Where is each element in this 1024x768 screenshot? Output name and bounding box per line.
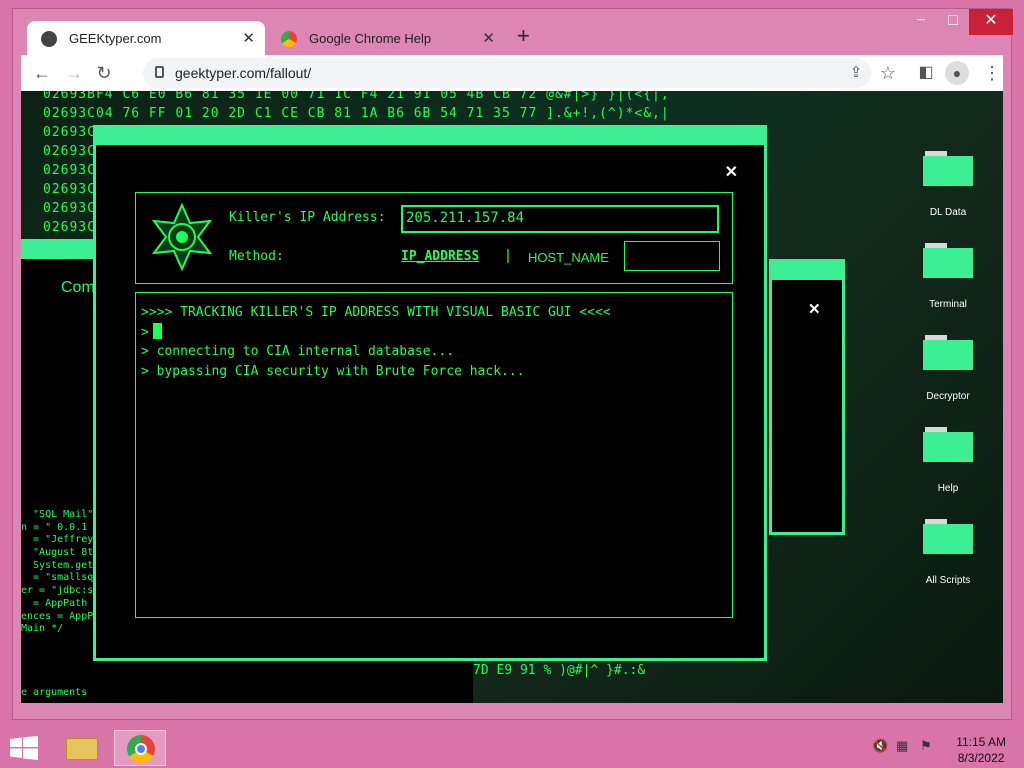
folder-icon[interactable] [923, 243, 973, 278]
tab-chrome-help[interactable]: Google Chrome Help ✕ [267, 21, 505, 55]
method-ip-address-option[interactable]: IP_ADDRESS [401, 249, 479, 264]
close-icon[interactable]: ✕ [725, 162, 738, 182]
folder-icon[interactable] [923, 427, 973, 462]
terminal-output: >>>> TRACKING KILLER'S IP ADDRESS WITH V… [135, 292, 733, 618]
windows-start-icon[interactable] [10, 736, 38, 760]
ip-label: Killer's IP Address: [229, 210, 386, 225]
tab-geektyper[interactable]: GEEKtyper.com ✕ [27, 21, 265, 55]
desktop-icon-label[interactable]: Terminal [905, 299, 991, 310]
chrome-taskbar-icon[interactable] [114, 730, 166, 766]
hex-line: 02693C04 76 FF 01 20 2D C1 CE CB 81 1A B… [43, 106, 670, 121]
desktop-icon-label[interactable]: Decryptor [905, 391, 991, 402]
close-tab-icon[interactable]: ✕ [482, 29, 495, 47]
ip-tracker-window: ✕ Killer's IP Address: 205.211.157.84 Me… [93, 125, 767, 661]
file-explorer-icon[interactable] [56, 730, 108, 766]
action-center-icon[interactable]: ⚑ [920, 738, 938, 756]
hex-line: 02693C [43, 144, 96, 159]
hex-line: 02693C [43, 201, 96, 216]
method-separator: | [506, 247, 510, 264]
method-label: Method: [229, 249, 284, 264]
hex-line: 02693BF4 C6 E0 B6 81 35 1E 00 71 1C F4 2… [43, 91, 670, 102]
new-tab-button[interactable]: + [517, 23, 530, 49]
hex-line: 7D E9 91 % )@#|^ }#.:& [473, 663, 646, 678]
lock-icon [155, 66, 164, 78]
taskbar: 🔇 ▦ ⚑ 11:15 AM 8/3/2022 [0, 728, 1024, 768]
globe-icon [41, 31, 57, 47]
folder-icon[interactable] [923, 519, 973, 554]
folder-icon[interactable] [923, 151, 973, 186]
menu-dots-icon[interactable]: ⋮ [979, 60, 1005, 86]
url-text: geektyper.com/fallout/ [175, 65, 312, 81]
address-bar[interactable]: geektyper.com/fallout/ [143, 58, 871, 88]
ip-address-input[interactable]: 205.211.157.84 [401, 205, 719, 233]
window-header[interactable] [96, 128, 764, 145]
background-window: ✕ [769, 259, 845, 535]
volume-muted-icon[interactable]: 🔇 [872, 738, 890, 756]
window-header [772, 262, 842, 280]
desktop-icon-label[interactable]: All Scripts [905, 575, 991, 586]
minimize-button[interactable]: − [905, 9, 937, 35]
back-icon[interactable]: ← [29, 60, 55, 86]
hex-line: 02693C [43, 125, 96, 140]
folder-icon[interactable] [923, 335, 973, 370]
google-icon [281, 31, 297, 47]
network-icon[interactable]: ▦ [896, 738, 914, 756]
system-clock[interactable]: 11:15 AM 8/3/2022 [956, 734, 1006, 766]
profile-avatar-icon[interactable]: ● [945, 61, 969, 85]
close-window-button[interactable]: ✕ [969, 9, 1013, 35]
hex-line: 02693C [43, 182, 96, 197]
desktop-icon-label[interactable]: DL Data [905, 207, 991, 218]
text-cursor [152, 322, 162, 339]
police-badge-icon [151, 203, 213, 271]
maximize-button[interactable]: □ [937, 9, 969, 35]
tab-label: Google Chrome Help [309, 31, 432, 46]
tab-label: GEEKtyper.com [69, 31, 162, 46]
clock-date: 8/3/2022 [957, 751, 1005, 765]
terminal-prompt: > [141, 324, 149, 340]
desktop-icon-label[interactable]: Help [905, 483, 991, 494]
host-name-input[interactable] [624, 241, 720, 271]
code-line: e arguments [21, 686, 88, 698]
method-host-name-option[interactable]: HOST_NAME [528, 250, 609, 265]
share-icon[interactable]: ⇪ [843, 60, 869, 86]
terminal-line: >>>> TRACKING KILLER'S IP ADDRESS WITH V… [141, 305, 611, 320]
forward-icon[interactable]: → [61, 60, 87, 86]
terminal-prompt-line: > [141, 322, 732, 343]
reload-icon[interactable]: ↻ [91, 60, 117, 86]
tracker-form: Killer's IP Address: 205.211.157.84 Meth… [135, 192, 733, 284]
side-panel-icon[interactable]: ◧ [913, 60, 939, 86]
hex-line: 02693C [43, 220, 96, 235]
clock-time: 11:15 AM [956, 735, 1006, 749]
terminal-line: > connecting to CIA internal database... [141, 344, 455, 359]
bookmark-star-icon[interactable]: ☆ [875, 60, 901, 86]
browser-toolbar: ← → ↻ geektyper.com/fallout/ ⇪ ☆ ◧ ● ⋮ [21, 55, 1003, 91]
terminal-line: > bypassing CIA security with Brute Forc… [141, 363, 525, 379]
hex-line: 02693C [43, 163, 96, 178]
close-tab-icon[interactable]: ✕ [242, 29, 255, 47]
close-icon[interactable]: ✕ [808, 300, 821, 318]
